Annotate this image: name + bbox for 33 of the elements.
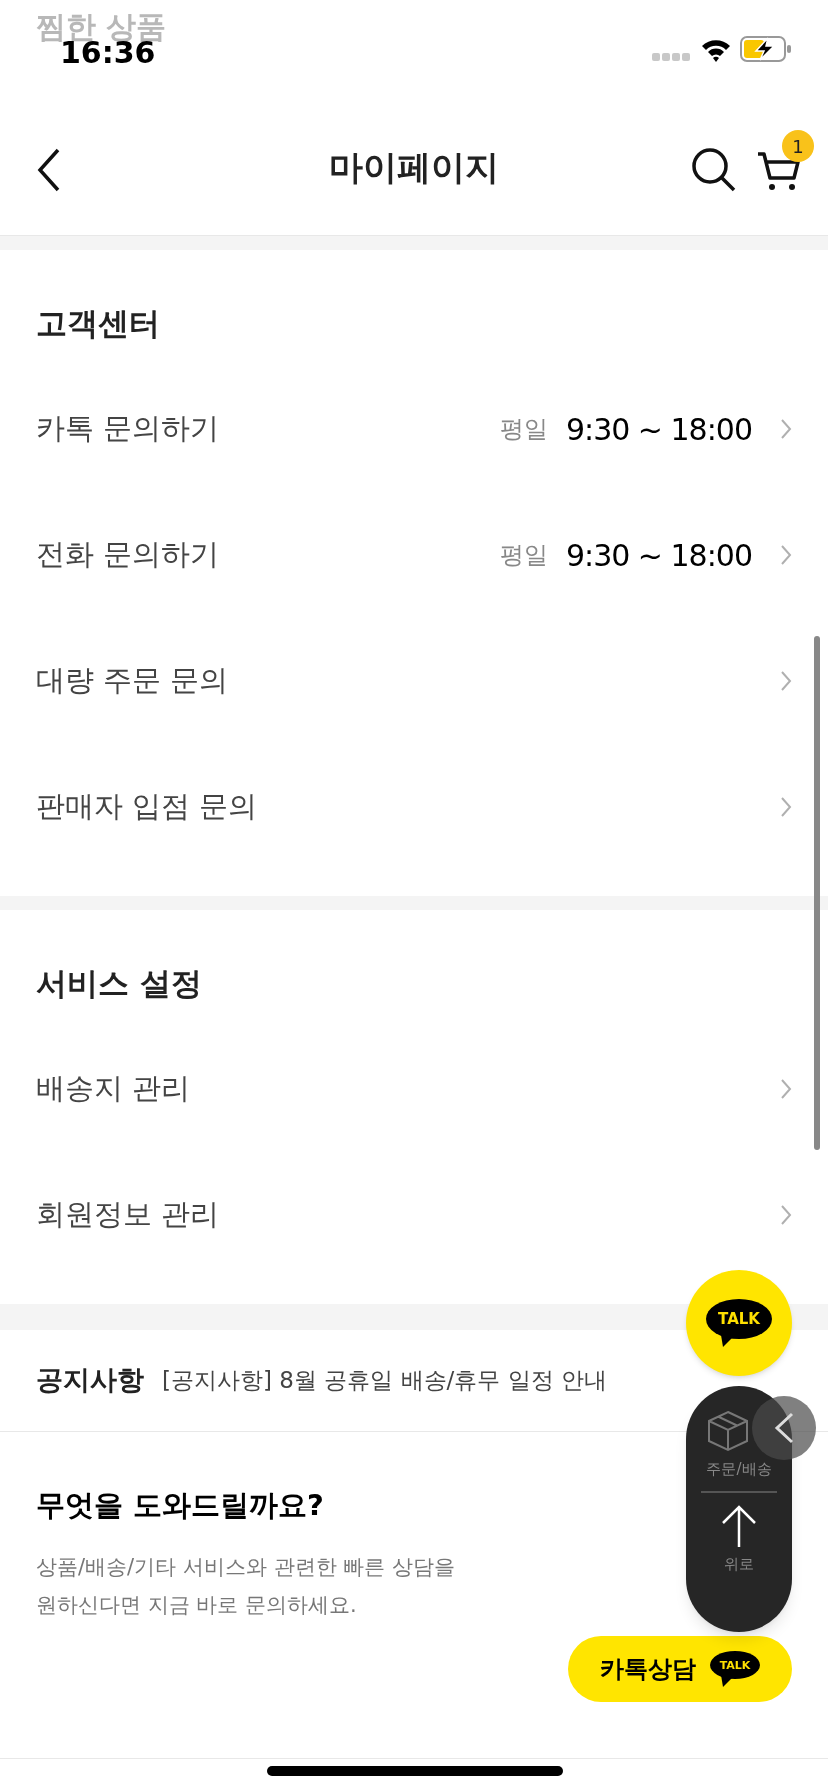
menu-row[interactable]: 배송지 관리 bbox=[0, 1026, 828, 1152]
notice-label: 공지사항 bbox=[36, 1363, 144, 1398]
kakao-chat-button[interactable]: 카톡상담 TALK bbox=[568, 1636, 792, 1702]
section-title: 고객센터 bbox=[36, 303, 160, 343]
weekday-label: 평일 bbox=[499, 414, 548, 445]
battery-icon bbox=[740, 36, 792, 62]
search-button[interactable] bbox=[690, 146, 738, 194]
floating-item-label: 위로 bbox=[724, 1553, 754, 1575]
chevron-right-icon bbox=[780, 544, 792, 566]
section-title: 서비스 설정 bbox=[36, 963, 202, 1003]
wifi-icon bbox=[701, 38, 731, 62]
menu-row[interactable]: 대량 주문 문의 bbox=[0, 618, 828, 744]
hours-text: 9:30 ~ 18:00 bbox=[565, 536, 752, 575]
page-title: 마이페이지 bbox=[329, 146, 499, 189]
floating-item-label: 주문/배송 bbox=[706, 1459, 772, 1480]
weekday-label: 평일 bbox=[499, 540, 548, 571]
menu-row[interactable]: 카톡 문의하기 평일 9:30 ~ 18:00 bbox=[0, 366, 828, 492]
chevron-right-icon bbox=[780, 796, 792, 818]
kakao-talk-button[interactable]: TALK bbox=[686, 1270, 792, 1376]
menu-row[interactable]: 판매자 입점 문의 bbox=[0, 744, 828, 870]
chevron-right-icon bbox=[780, 1204, 792, 1226]
help-title: 무엇을 도와드릴까요? bbox=[36, 1487, 324, 1524]
chevron-right-icon bbox=[780, 670, 792, 692]
menu-row[interactable]: 전화 문의하기 평일 9:30 ~ 18:00 bbox=[0, 492, 828, 618]
cart-count-badge: 1 bbox=[782, 130, 814, 162]
box-icon bbox=[705, 1408, 751, 1454]
chevron-right-icon bbox=[780, 418, 792, 440]
signal-icon bbox=[652, 52, 692, 62]
hours-text: 9:30 ~ 18:00 bbox=[565, 410, 752, 449]
chevron-left-icon bbox=[772, 1411, 796, 1445]
chevron-right-icon bbox=[780, 1078, 792, 1100]
help-description: 상품/배송/기타 서비스와 관련한 빠른 상담을 원하신다면 지금 바로 문의하세요. bbox=[36, 1553, 455, 1619]
notice-link[interactable]: [공지사항] 8월 공휴일 배송/휴무 일정 안내 bbox=[162, 1363, 607, 1398]
